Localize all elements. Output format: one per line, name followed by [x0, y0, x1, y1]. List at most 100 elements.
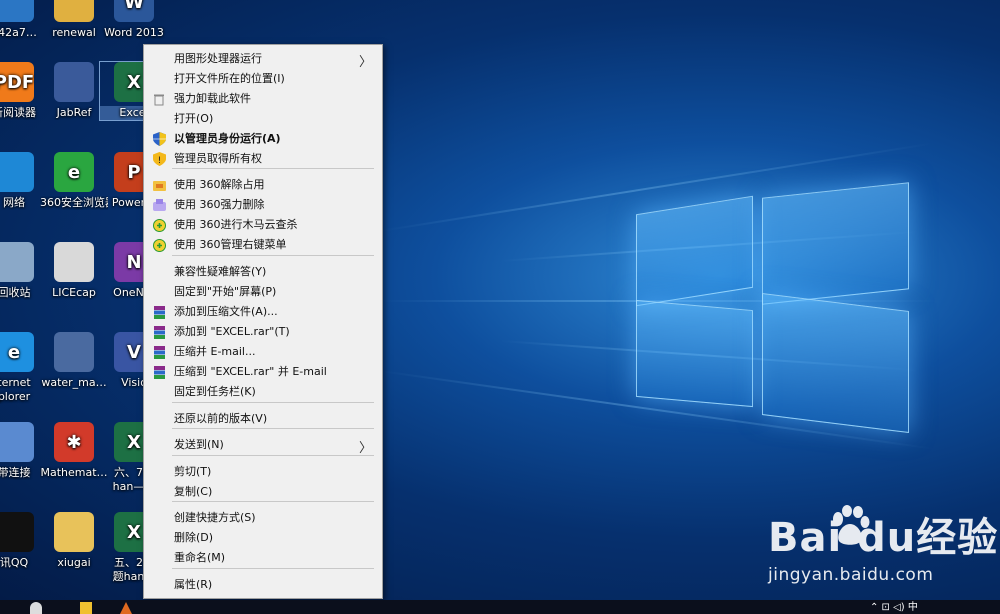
360-shred-icon — [152, 198, 166, 212]
app-icon: ✱ — [54, 422, 94, 462]
context-menu-item-label: 添加到压缩文件(A)... — [174, 305, 278, 318]
context-menu-item[interactable]: ! 管理员取得所有权 — [146, 149, 380, 169]
desktop-icon[interactable]: renewal — [40, 0, 108, 40]
app-icon — [0, 0, 34, 22]
context-menu-item[interactable]: 使用 360管理右键菜单 — [146, 235, 380, 255]
context-menu-item-label: 复制(C) — [174, 485, 213, 498]
svg-text:!: ! — [157, 156, 161, 166]
context-menu-item[interactable]: 强力卸载此软件 — [146, 89, 380, 109]
app-icon — [0, 152, 34, 192]
app-icon — [0, 512, 34, 552]
winrar-icon — [152, 305, 166, 319]
taskbar[interactable] — [0, 600, 1000, 614]
context-menu-item[interactable]: 以管理员身份运行(A) — [146, 129, 380, 149]
context-menu-item[interactable]: 压缩到 "EXCEL.rar" 并 E-mail — [146, 362, 380, 382]
context-menu-item-label: 打开(O) — [174, 112, 214, 125]
context-menu-item-label: 删除(D) — [174, 531, 214, 544]
warning-shield-icon: ! — [152, 152, 166, 166]
chevron-right-icon: 〉 — [358, 441, 372, 456]
context-menu-item[interactable]: 属性(R) — [146, 575, 380, 595]
context-menu-item[interactable]: 打开(O) — [146, 109, 380, 129]
desktop-icon-label: renewal — [52, 26, 96, 39]
desktop-icon[interactable]: ✱ Mathemat… — [40, 422, 108, 480]
context-menu-item[interactable]: 添加到 "EXCEL.rar"(T) — [146, 322, 380, 342]
desktop-icon-label: xiugai — [57, 556, 91, 569]
desktop-icon-label: water_ma… — [41, 376, 107, 389]
menu-separator — [172, 168, 374, 169]
context-menu-item-label: 管理员取得所有权 — [174, 152, 262, 165]
context-menu-item-label: 添加到 "EXCEL.rar"(T) — [174, 325, 290, 338]
desktop-icon[interactable]: water_ma… — [40, 332, 108, 390]
taskbar-folder-icon[interactable] — [80, 602, 92, 614]
context-menu-item-label: 使用 360进行木马云查杀 — [174, 218, 298, 231]
menu-separator — [172, 402, 374, 403]
360-unlock-icon — [152, 178, 166, 192]
app-icon — [54, 62, 94, 102]
context-menu-item-label: 使用 360强力删除 — [174, 198, 265, 211]
desktop-icon[interactable]: e 360安全浏览器 — [40, 152, 108, 210]
menu-separator — [172, 255, 374, 256]
context-menu-item[interactable]: 用图形处理器运行 〉 — [146, 49, 380, 70]
context-menu-item[interactable]: 删除(D) — [146, 528, 380, 548]
context-menu-item[interactable]: 使用 360强力删除 — [146, 195, 380, 215]
app-icon — [0, 422, 34, 462]
desktop-icon[interactable]: W Word 2013 — [100, 0, 168, 40]
context-menu-item-label: 用图形处理器运行 — [174, 52, 262, 65]
menu-separator — [172, 455, 374, 456]
menu-separator — [172, 501, 374, 502]
app-icon: W — [114, 0, 154, 22]
desktop-icon[interactable]: LICEcap — [40, 242, 108, 300]
app-icon — [54, 512, 94, 552]
context-menu-item-label: 发送到(N) — [174, 438, 224, 451]
desktop-icon-label: JabRef — [56, 106, 92, 119]
context-menu-item[interactable]: 添加到压缩文件(A)... — [146, 302, 380, 322]
menu-separator — [172, 568, 374, 569]
context-menu-item-label: 固定到"开始"屏幕(P) — [174, 285, 277, 298]
baidu-jingyan-watermark: Bai du经验 jingyan.baidu.com — [768, 505, 998, 585]
app-icon — [54, 332, 94, 372]
menu-separator — [172, 428, 374, 429]
context-menu-item[interactable]: 复制(C) — [146, 482, 380, 502]
context-menu-item-label: 压缩到 "EXCEL.rar" 并 E-mail — [174, 365, 327, 378]
context-menu-item[interactable]: 打开文件所在的位置(I) — [146, 69, 380, 89]
context-menu-item-label: 压缩并 E-mail... — [174, 345, 256, 358]
trash-icon — [152, 92, 166, 106]
context-menu-item[interactable]: 重命名(M) — [146, 548, 380, 568]
context-menu-item[interactable]: 使用 360进行木马云查杀 — [146, 215, 380, 235]
context-menu-item-label: 还原以前的版本(V) — [174, 412, 268, 425]
context-menu-item[interactable]: 发送到(N) 〉 — [146, 435, 380, 456]
context-menu-item-label: 强力卸载此软件 — [174, 92, 251, 105]
360-menu-icon — [152, 238, 166, 252]
context-menu-item[interactable]: 固定到"开始"屏幕(P) — [146, 282, 380, 302]
desktop-icon-label: Word 2013 — [104, 26, 164, 39]
app-icon: e — [0, 332, 34, 372]
context-menu-item[interactable]: 剪切(T) — [146, 462, 380, 482]
system-tray[interactable]: ⌃ ⊡ ◁) 中 — [870, 602, 930, 614]
winrar-icon — [152, 325, 166, 339]
desktop-icon[interactable]: JabRef — [40, 62, 108, 120]
app-icon — [54, 0, 94, 22]
context-menu-item-label: 重命名(M) — [174, 551, 226, 564]
context-menu-item[interactable]: 压缩并 E-mail... — [146, 342, 380, 362]
context-menu-item-label: 兼容性疑难解答(Y) — [174, 265, 267, 278]
context-menu-item[interactable]: 固定到任务栏(K) — [146, 382, 380, 402]
context-menu-item-label: 以管理员身份运行(A) — [174, 132, 281, 145]
context-menu-item-label: 打开文件所在的位置(I) — [174, 72, 285, 85]
baidu-paw-icon — [833, 505, 870, 545]
app-icon: e — [54, 152, 94, 192]
context-menu-item[interactable]: 兼容性疑难解答(Y) — [146, 262, 380, 282]
360-scan-icon — [152, 218, 166, 232]
desktop-icon-label: LICEcap — [52, 286, 96, 299]
winrar-icon — [152, 345, 166, 359]
desktop-icon-label: 360安全浏览器 — [40, 196, 108, 209]
context-menu: 用图形处理器运行〉打开文件所在的位置(I) 强力卸载此软件 打开(O) 以管理员身份运… — [143, 44, 383, 599]
context-menu-item[interactable]: 使用 360解除占用 — [146, 175, 380, 195]
taskbar-app-icon[interactable] — [30, 602, 42, 614]
desktop-icon[interactable]: xiugai — [40, 512, 108, 570]
context-menu-item-label: 创建快捷方式(S) — [174, 511, 256, 524]
context-menu-item[interactable]: 还原以前的版本(V) — [146, 409, 380, 429]
context-menu-item[interactable]: 创建快捷方式(S) — [146, 508, 380, 528]
chevron-right-icon: 〉 — [358, 55, 372, 70]
context-menu-item-label: 使用 360管理右键菜单 — [174, 238, 287, 251]
context-menu-item-label: 属性(R) — [174, 578, 213, 591]
